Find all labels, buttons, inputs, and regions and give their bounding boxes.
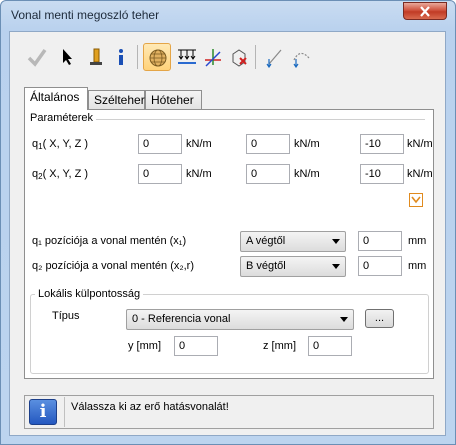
toolbar-separator: [255, 45, 256, 69]
status-message: Válassza ki az erő hatásvonalát!: [71, 401, 229, 413]
browse-button[interactable]: ...: [365, 309, 394, 328]
q1-z-unit: kN/m: [407, 138, 433, 150]
y-offset-label: y [mm]: [128, 340, 161, 352]
y-offset-input[interactable]: 0: [174, 336, 218, 356]
select-button[interactable]: [53, 43, 81, 71]
arc-load-icon: [293, 52, 310, 68]
chevron-down-icon: [411, 196, 421, 204]
q2-position-label: q₂ pozíciója a vonal mentén (x₂,r): [32, 260, 195, 272]
close-icon: [420, 6, 430, 17]
type-select-value: 0 - Referencia vonal: [132, 313, 231, 325]
element-delete-icon: [232, 49, 247, 67]
dialog-window: Vonal menti megoszló teher Általános Szé…: [0, 0, 456, 445]
properties-button[interactable]: [81, 43, 109, 71]
q1-label: q1( X, Y, Z ): [32, 138, 88, 151]
window-title: Vonal menti megoszló teher: [11, 8, 160, 22]
q1-position-select-value: A végtől: [246, 235, 286, 247]
tab-szelteher[interactable]: Szélteher: [88, 90, 145, 109]
parameters-group-label: Paraméterek: [30, 112, 96, 124]
property-pen-icon: [90, 48, 102, 65]
z-offset-input[interactable]: 0: [308, 336, 352, 356]
q1-x-input[interactable]: 0: [138, 134, 182, 154]
distributed-load-button[interactable]: [173, 43, 201, 71]
expand-button[interactable]: [409, 193, 423, 207]
info-glyph: i: [39, 401, 47, 422]
toolbar-separator: [137, 45, 138, 69]
tab-hoteher[interactable]: Hóteher: [145, 90, 202, 109]
line-load-icon: [266, 49, 282, 68]
sphere-view-button[interactable]: [143, 43, 171, 71]
title-bar[interactable]: Vonal menti megoszló teher: [1, 1, 455, 31]
q1-x-unit: kN/m: [186, 138, 212, 150]
dropdown-arrow-icon: [332, 264, 340, 269]
local-axes-icon: [205, 49, 221, 67]
type-label: Típus: [52, 310, 80, 322]
q1-y-input[interactable]: 0: [246, 134, 290, 154]
q2-z-unit: kN/m: [407, 168, 433, 180]
q1-z-input[interactable]: -10: [360, 134, 404, 154]
z-offset-label: z [mm]: [263, 340, 296, 352]
local-eccentricity-label: Lokális külpontosság: [35, 288, 144, 300]
element-delete-button[interactable]: [225, 43, 253, 71]
local-axes-button[interactable]: [199, 43, 227, 71]
type-select[interactable]: 0 - Referencia vonal: [126, 309, 354, 330]
local-eccentricity-group: [30, 294, 429, 374]
sphere-view-icon: [149, 49, 167, 67]
status-divider: [64, 397, 65, 427]
q2-y-input[interactable]: 0: [246, 164, 290, 184]
line-load-button[interactable]: [261, 43, 289, 71]
q1-label-suffix: ( X, Y, Z ): [42, 138, 89, 150]
q2-x-input[interactable]: 0: [138, 164, 182, 184]
ok-button[interactable]: [23, 43, 51, 71]
tab-altalanos[interactable]: Általános: [24, 87, 88, 110]
q2-label: q2( X, Y, Z ): [32, 168, 88, 181]
close-button[interactable]: [403, 2, 447, 20]
q2-position-select-value: B végtől: [246, 260, 286, 272]
q1-y-unit: kN/m: [294, 138, 320, 150]
q2-position-unit: mm: [408, 260, 427, 272]
q2-position-select[interactable]: B végtől: [240, 256, 346, 277]
q2-position-input[interactable]: 0: [358, 256, 402, 276]
select-pointer-icon: [63, 49, 72, 65]
q2-y-unit: kN/m: [294, 168, 320, 180]
dropdown-arrow-icon: [340, 317, 348, 322]
dialog-client: Általános Szélteher Hóteher Paraméterek …: [9, 31, 446, 436]
q1-position-unit: mm: [408, 235, 427, 247]
q1-position-label: q₁ pozíciója a vonal mentén (x₁): [32, 235, 187, 247]
q1-position-select[interactable]: A végtől: [240, 231, 346, 252]
arc-load-button[interactable]: [287, 43, 315, 71]
toolbar: [19, 41, 429, 77]
ok-check-icon: [27, 48, 47, 67]
info-icon: i: [29, 399, 57, 425]
q1-position-input[interactable]: 0: [358, 231, 402, 251]
q2-label-suffix: ( X, Y, Z ): [42, 168, 89, 180]
distributed-load-icon: [178, 49, 196, 64]
status-panel: i Válassza ki az erő hatásvonalát!: [24, 395, 434, 429]
dropdown-arrow-icon: [332, 239, 340, 244]
q2-x-unit: kN/m: [186, 168, 212, 180]
tab-panel-altalanos: Paraméterek q1( X, Y, Z ) 0 kN/m 0 kN/m …: [24, 109, 434, 379]
info-button[interactable]: [107, 43, 135, 71]
q2-z-input[interactable]: -10: [360, 164, 404, 184]
info-i-icon: [119, 49, 123, 65]
